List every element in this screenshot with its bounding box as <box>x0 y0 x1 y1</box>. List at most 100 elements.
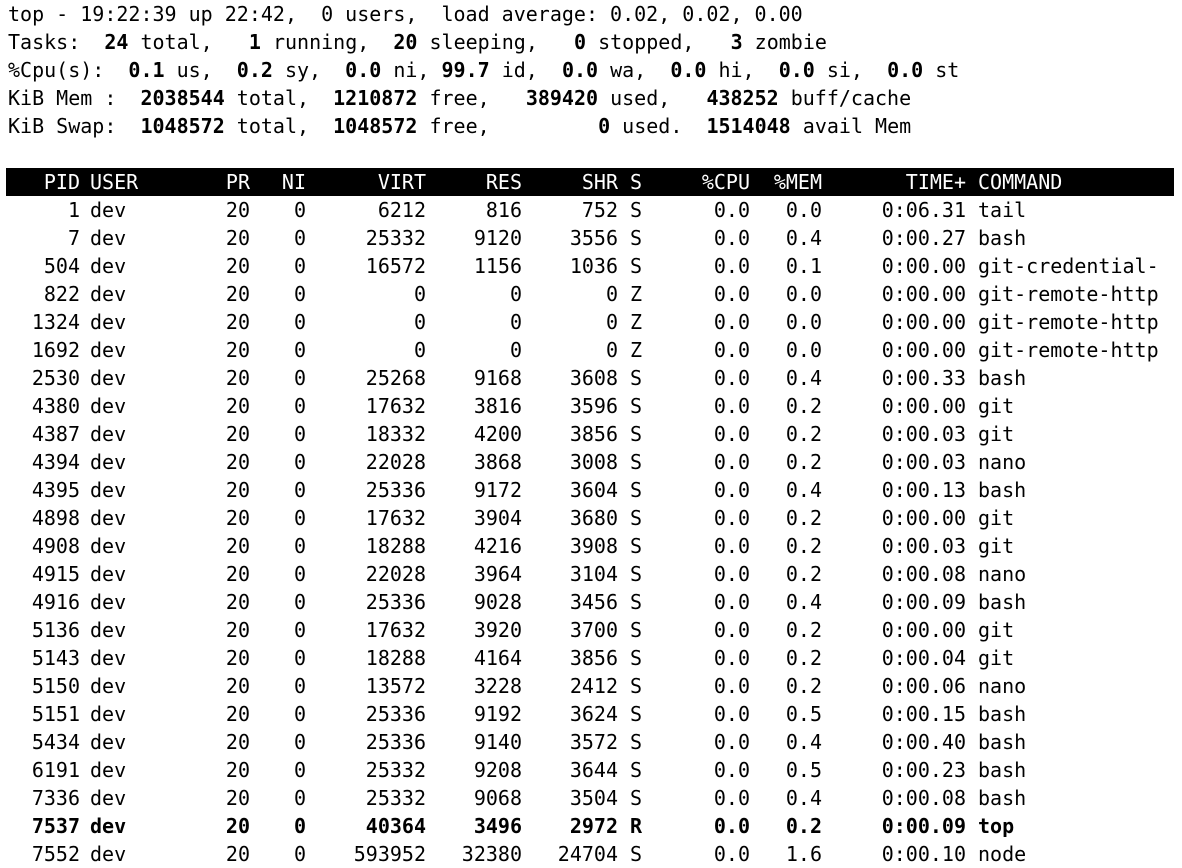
nice-cell: 0 <box>293 394 306 418</box>
pid-cell: 4394 <box>31 450 80 474</box>
state-cell: S <box>630 786 643 810</box>
virt-cell: 18288 <box>365 534 426 558</box>
cpu-cell: 0.0 <box>713 814 750 838</box>
cpu-cell: 0.0 <box>713 506 750 530</box>
cpu-cell: 0.0 <box>713 590 750 614</box>
cpu-st: 0.0 <box>887 58 924 82</box>
pid-cell: 822 <box>43 282 80 306</box>
cpu-cell: 0.0 <box>713 422 750 446</box>
user-cell: dev <box>90 646 127 670</box>
shr-cell: 24704 <box>557 842 618 866</box>
tasks-total: 24 <box>104 30 129 54</box>
shr-cell: 3504 <box>569 786 618 810</box>
priority-cell: 20 <box>225 758 250 782</box>
virt-cell: 25332 <box>365 226 426 250</box>
command-cell: bash <box>978 730 1027 754</box>
time-cell: 0:00.40 <box>881 730 966 754</box>
mem-cell: 0.5 <box>785 758 822 782</box>
mem-cell: 0.0 <box>785 198 822 222</box>
virt-cell: 0 <box>413 338 426 362</box>
process-table-header: PID USER PR NI VIRT RES SHR S %CPU %MEM TIME+ COMMA… <box>6 168 1174 196</box>
res-cell: 0 <box>509 282 522 306</box>
virt-cell: 13572 <box>365 674 426 698</box>
process-row: 4916 dev 20 0 25336 9028 3456 S 0.0 0.4 0:00.09 bas… <box>8 588 1182 616</box>
virt-cell: 25332 <box>365 786 426 810</box>
shr-cell: 3908 <box>569 534 618 558</box>
col-header-shr: SHR <box>581 170 618 194</box>
shr-cell: 2412 <box>569 674 618 698</box>
command-cell: bash <box>978 786 1027 810</box>
priority-cell: 20 <box>225 226 250 250</box>
nice-cell: 0 <box>293 422 306 446</box>
res-cell: 3816 <box>473 394 522 418</box>
time-cell: 0:00.08 <box>881 786 966 810</box>
shr-cell: 3596 <box>569 394 618 418</box>
time-cell: 0:00.27 <box>881 226 966 250</box>
time-cell: 0:00.00 <box>881 282 966 306</box>
mem-cell: 0.0 <box>785 282 822 306</box>
res-cell: 9028 <box>473 590 522 614</box>
state-cell: S <box>630 590 643 614</box>
time-cell: 0:00.09 <box>881 814 966 838</box>
priority-cell: 20 <box>225 254 250 278</box>
nice-cell: 0 <box>293 758 306 782</box>
shr-cell: 3644 <box>569 758 618 782</box>
nice-cell: 0 <box>293 534 306 558</box>
process-row: 7336 dev 20 0 25332 9068 3504 S 0.0 0.4 0:00.08 bas… <box>8 784 1182 812</box>
cpu-sy: 0.2 <box>236 58 273 82</box>
time-cell: 0:00.06 <box>881 674 966 698</box>
col-header-time: TIME+ <box>905 170 966 194</box>
shr-cell: 1036 <box>569 254 618 278</box>
cpu-cell: 0.0 <box>713 730 750 754</box>
tasks-running-label: running, <box>260 30 370 54</box>
state-cell: S <box>630 842 643 866</box>
priority-cell: 20 <box>225 282 250 306</box>
user-cell: dev <box>90 310 127 334</box>
col-header-user: USER <box>90 170 139 194</box>
state-cell: Z <box>630 338 643 362</box>
user-cell: dev <box>90 758 127 782</box>
nice-cell: 0 <box>293 646 306 670</box>
res-cell: 0 <box>509 310 522 334</box>
time-cell: 0:00.08 <box>881 562 966 586</box>
virt-cell: 25336 <box>365 702 426 726</box>
col-header-res: RES <box>485 170 522 194</box>
user-cell: dev <box>90 254 127 278</box>
nice-cell: 0 <box>293 702 306 726</box>
res-cell: 32380 <box>461 842 522 866</box>
cpu-ni: 0.0 <box>345 58 382 82</box>
virt-cell: 6212 <box>377 198 426 222</box>
command-cell: git <box>978 422 1015 446</box>
process-row: 822 dev 20 0 0 0 0 Z 0.0 0.0 0:00.00 git-remote-htt… <box>8 280 1182 308</box>
user-cell: dev <box>90 842 127 866</box>
swap-avail: 1514048 <box>706 114 791 138</box>
priority-cell: 20 <box>225 702 250 726</box>
tasks-stopped: 0 <box>574 30 587 54</box>
shr-cell: 3624 <box>569 702 618 726</box>
res-cell: 9172 <box>473 478 522 502</box>
shr-cell: 3572 <box>569 730 618 754</box>
process-row: 5151 dev 20 0 25336 9192 3624 S 0.0 0.5 0:00.15 bas… <box>8 700 1182 728</box>
process-row: 6191 dev 20 0 25332 9208 3644 S 0.0 0.5 0:00.23 bas… <box>8 756 1182 784</box>
process-row: 1324 dev 20 0 0 0 0 Z 0.0 0.0 0:00.00 git-remote-ht… <box>8 308 1182 336</box>
cpu-cell: 0.0 <box>713 198 750 222</box>
nice-cell: 0 <box>293 478 306 502</box>
user-cell: dev <box>90 562 127 586</box>
res-cell: 3496 <box>473 814 522 838</box>
virt-cell: 40364 <box>365 814 426 838</box>
user-cell: dev <box>90 450 127 474</box>
state-cell: S <box>630 226 643 250</box>
res-cell: 4200 <box>473 422 522 446</box>
cpu-cell: 0.0 <box>713 254 750 278</box>
col-header-pid: PID <box>43 170 80 194</box>
nice-cell: 0 <box>293 338 306 362</box>
shr-cell: 3856 <box>569 422 618 446</box>
mem-cell: 0.0 <box>785 310 822 334</box>
nice-cell: 0 <box>293 506 306 530</box>
virt-cell: 25336 <box>365 730 426 754</box>
time-cell: 0:00.03 <box>881 422 966 446</box>
res-cell: 3228 <box>473 674 522 698</box>
col-header-mem: %MEM <box>773 170 822 194</box>
mem-cell: 0.2 <box>785 674 822 698</box>
res-cell: 3904 <box>473 506 522 530</box>
